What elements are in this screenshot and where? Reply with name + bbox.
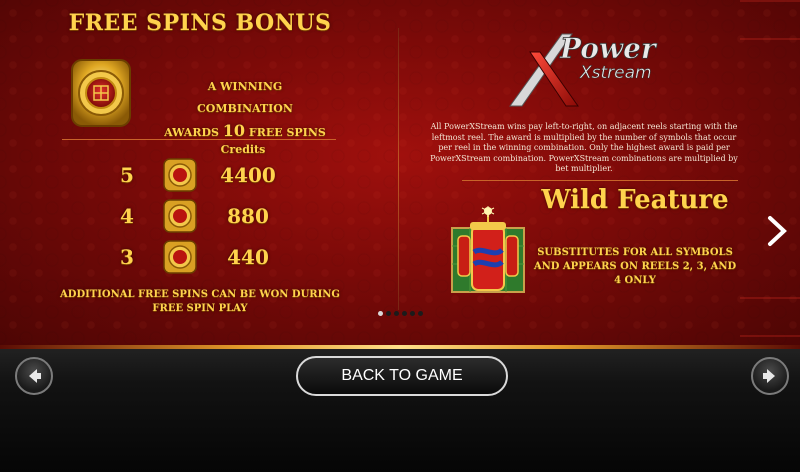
paytable-row: 3 440 <box>110 237 290 277</box>
fret-ornament <box>740 297 800 337</box>
desc-line1: A WINNING COMBINATION <box>197 80 293 115</box>
page-dot[interactable] <box>378 311 383 316</box>
gold-medallion-icon <box>71 59 131 127</box>
credit-amount: 880 <box>227 204 269 228</box>
gold-medallion-icon <box>163 158 197 192</box>
desc-line2: AWARDS 10 FREE SPINS <box>160 120 330 144</box>
wild-feature-description: SUBSTITUTES FOR ALL SYMBOLS AND APPEARS … <box>533 247 737 286</box>
power-xstream-logo: Power Xstream <box>509 32 658 107</box>
credit-amount: 4400 <box>220 163 276 187</box>
desc-suffix: FREE SPINS <box>248 126 326 139</box>
symbol-count: 4 <box>120 204 134 228</box>
fret-ornament <box>740 0 800 40</box>
back-to-game-button[interactable]: BACK TO GAME <box>296 356 508 396</box>
column-divider <box>398 28 399 310</box>
paytable-row: 4 880 <box>110 196 290 236</box>
page-dot[interactable] <box>386 311 391 316</box>
arrow-right-icon <box>763 369 775 383</box>
firecracker-icon <box>451 206 525 293</box>
gold-medallion-icon <box>163 240 197 274</box>
symbol-count: 5 <box>120 163 134 187</box>
credit-amount: 440 <box>227 245 269 269</box>
section-rule <box>62 139 336 140</box>
arrow-left-icon <box>29 369 41 383</box>
desc-count: 10 <box>222 121 246 140</box>
help-page: FREE SPINS BONUS A WINNING COMBINATION A… <box>0 0 800 345</box>
page-dot[interactable] <box>410 311 415 316</box>
logo-power-text: Power <box>559 32 658 65</box>
paytable-row: 5 4400 <box>110 155 290 195</box>
logo-xstream-text: Xstream <box>579 63 652 83</box>
free-spins-note: ADDITIONAL FREE SPINS CAN BE WON DURING … <box>60 289 340 314</box>
gold-medallion-icon <box>163 199 197 233</box>
desc-awards: AWARDS <box>164 126 219 139</box>
page-indicator <box>378 311 423 319</box>
free-spins-description: A WINNING COMBINATION AWARDS 10 FREE SPI… <box>160 76 330 144</box>
chevron-right-icon[interactable] <box>764 214 790 248</box>
section-rule <box>462 180 738 181</box>
page-dot[interactable] <box>394 311 399 316</box>
prev-page-button[interactable] <box>15 357 53 395</box>
page-dot[interactable] <box>402 311 407 316</box>
next-page-button[interactable] <box>751 357 789 395</box>
power-xstream-description: All PowerXStream wins pay left-to-right,… <box>430 122 738 173</box>
page-dot[interactable] <box>418 311 423 316</box>
symbol-count: 3 <box>120 245 134 269</box>
wild-feature-title: Wild Feature <box>541 185 729 215</box>
free-spins-title: FREE SPINS BONUS <box>68 10 332 36</box>
